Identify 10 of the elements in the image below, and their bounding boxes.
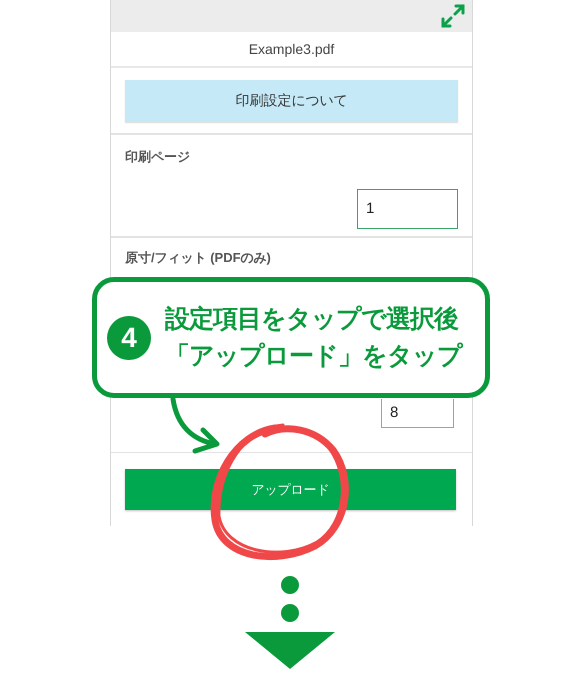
expand-icon[interactable]: [440, 3, 466, 29]
input-field[interactable]: 1: [357, 188, 458, 228]
section-label: 印刷ページ: [125, 148, 191, 166]
callout-text: 「アップロード」をタップ: [165, 340, 462, 372]
step-badge: 4: [107, 316, 151, 360]
print-settings-info-button[interactable]: 印刷設定について: [125, 80, 458, 122]
callout-text: 設定項目をタップで選択後: [165, 304, 460, 334]
down-triangle-icon: [245, 632, 335, 669]
file-name: Example3.pdf: [248, 40, 334, 59]
section-label: 原寸/フィット (PDFのみ): [125, 249, 272, 267]
